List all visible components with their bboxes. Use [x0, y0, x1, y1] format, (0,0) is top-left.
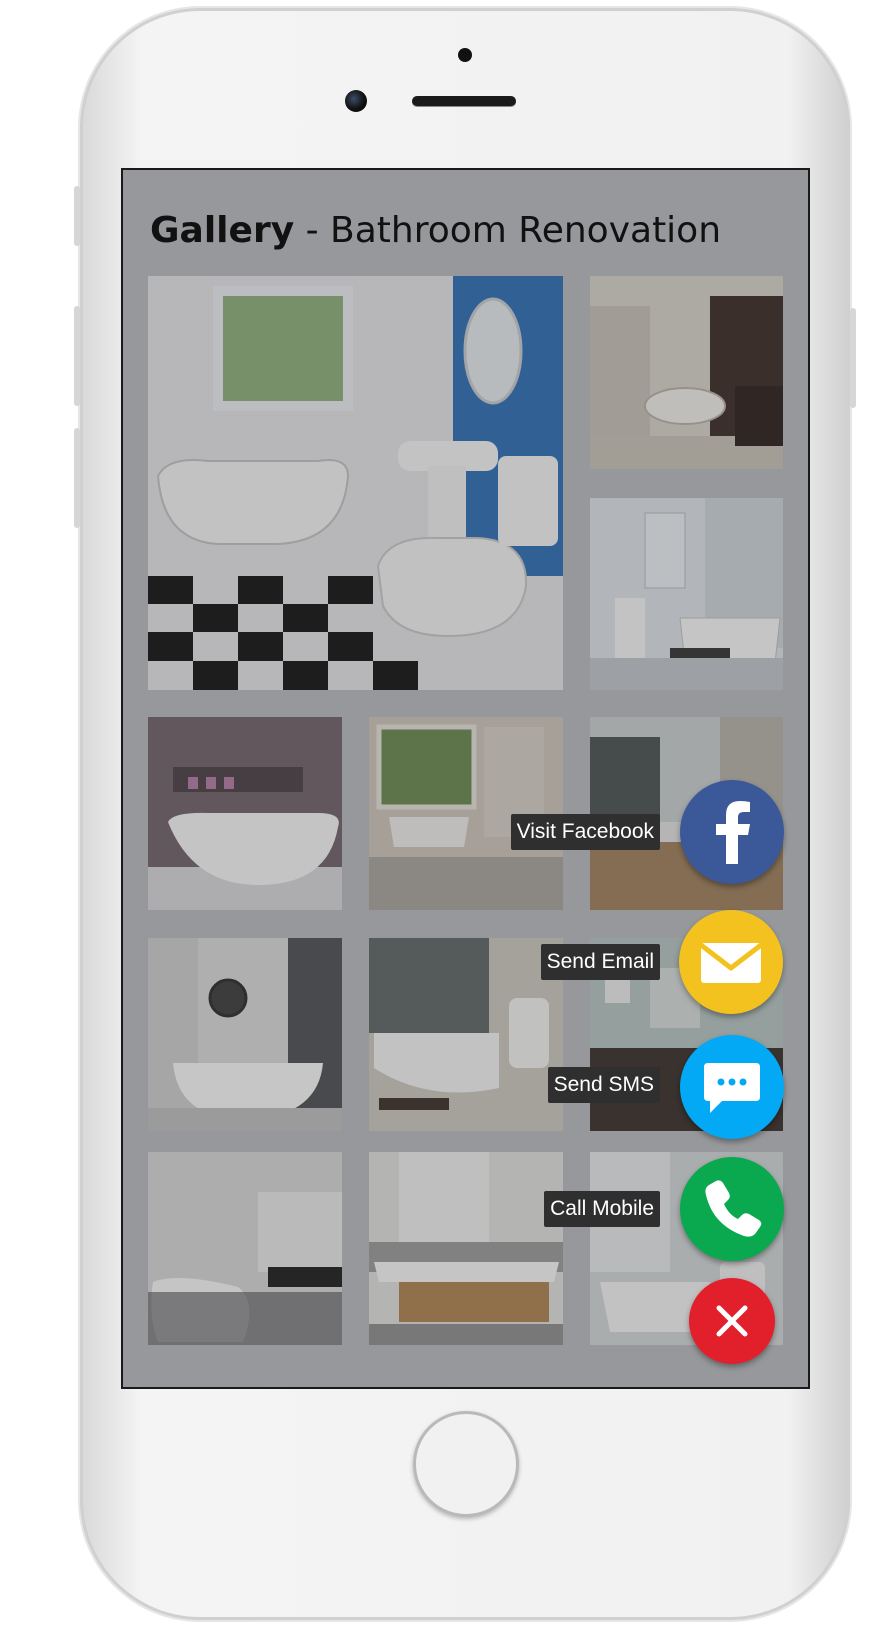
- close-menu-button[interactable]: [689, 1278, 775, 1364]
- chat-icon: [704, 1063, 760, 1113]
- power-button: [850, 308, 856, 408]
- title-bold: Gallery: [150, 210, 295, 251]
- close-icon: [716, 1305, 748, 1337]
- call-button[interactable]: [680, 1157, 784, 1261]
- call-label: Call Mobile: [544, 1191, 660, 1227]
- sms-label: Send SMS: [547, 1067, 660, 1103]
- front-camera: [345, 90, 367, 112]
- email-label: Send Email: [540, 944, 660, 980]
- phone-icon: [705, 1180, 762, 1237]
- bathroom-photo-8: [369, 938, 563, 1131]
- gallery-image[interactable]: [148, 1152, 342, 1345]
- gallery-image[interactable]: [590, 276, 783, 469]
- bathroom-photo-10: [148, 1152, 342, 1345]
- bathroom-photo-7: [148, 938, 342, 1131]
- bathroom-photo-1: [148, 276, 563, 690]
- volume-up-button: [74, 306, 80, 406]
- facebook-button[interactable]: [680, 780, 784, 884]
- home-button[interactable]: [413, 1411, 519, 1517]
- bathroom-photo-3: [590, 498, 783, 690]
- title-rest: - Bathroom Renovation: [294, 210, 722, 251]
- sms-button[interactable]: [680, 1035, 784, 1139]
- facebook-label: Visit Facebook: [510, 814, 660, 850]
- gallery-image[interactable]: [148, 717, 342, 910]
- email-button[interactable]: [679, 910, 783, 1014]
- email-icon: [699, 943, 763, 983]
- volume-down-button: [74, 428, 80, 528]
- page-title: Gallery - Bathroom Renovation: [150, 210, 721, 251]
- bathroom-photo-4: [148, 717, 342, 910]
- gallery-image[interactable]: [369, 938, 563, 1131]
- mute-switch: [74, 186, 80, 246]
- bathroom-photo-11: [369, 1152, 563, 1345]
- earpiece-speaker: [412, 96, 516, 106]
- proximity-sensor: [458, 48, 472, 62]
- facebook-icon: [716, 801, 750, 864]
- gallery-image[interactable]: [148, 276, 563, 690]
- gallery-image[interactable]: [369, 1152, 563, 1345]
- bathroom-photo-2: [590, 276, 783, 469]
- gallery-image[interactable]: [590, 498, 783, 690]
- gallery-image[interactable]: [148, 938, 342, 1131]
- screen: Gallery - Bathroom Renovation Visit Face…: [121, 168, 810, 1389]
